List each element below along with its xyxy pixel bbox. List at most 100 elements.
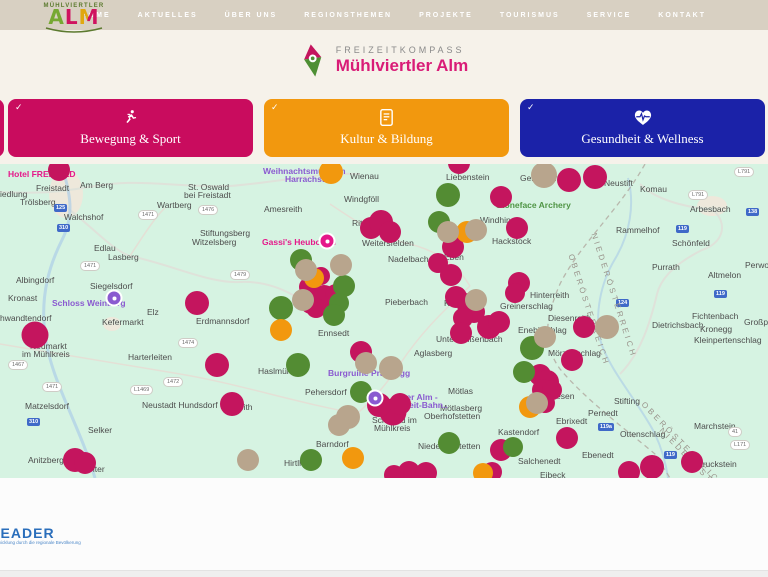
map-marker-tan[interactable] xyxy=(465,289,487,311)
map-marker-crimson[interactable] xyxy=(505,283,525,303)
previous-card-sliver[interactable] xyxy=(0,99,4,157)
road-shield: 1479 xyxy=(230,270,250,280)
map-marker-tan[interactable] xyxy=(465,219,487,241)
muehlviertler-alm-logo[interactable]: MÜHLVIERTLER ALM xyxy=(34,3,114,34)
map-marker-tan[interactable] xyxy=(295,259,317,281)
freizeitkompass-brand: FREIZEITKOMPASS Mühlviertler Alm xyxy=(0,30,768,77)
card-label: Kultur & Bildung xyxy=(340,131,432,147)
map-town-label: Elz xyxy=(147,307,159,317)
map-town-label: Kronegg xyxy=(700,324,732,334)
nav-item-aktuelles[interactable]: AKTUELLES xyxy=(138,12,198,19)
map-marker-crimson[interactable] xyxy=(557,168,581,192)
map-town-label: Mötlas xyxy=(448,386,473,396)
card-kultur-bildung[interactable]: ✓ Kultur & Bildung xyxy=(264,99,509,157)
freizeitkompass-map[interactable]: FreistadtAm BergiedlungTrölsbergWalchsho… xyxy=(0,164,768,478)
road-shield: 119 xyxy=(714,290,727,298)
road-shield: 119a xyxy=(598,423,614,431)
map-marker-crimson[interactable] xyxy=(681,451,703,473)
map-town-label: im Mühlkreis xyxy=(22,349,70,359)
category-card-row: ✓ Bewegung & Sport ✓ Kultur & Bildung ✓ xyxy=(0,99,768,157)
check-icon: ✓ xyxy=(15,102,23,113)
map-marker-crimson[interactable] xyxy=(74,452,96,474)
map-marker-crimson[interactable] xyxy=(506,217,528,239)
map-town-label: Purrath xyxy=(652,262,680,272)
map-marker-crimson[interactable] xyxy=(556,427,578,449)
map-marker-tan[interactable] xyxy=(379,356,403,380)
heuboden-poi-icon[interactable] xyxy=(321,235,334,248)
map-town-label: Kronast xyxy=(8,293,37,303)
map-town-label: Wartberg xyxy=(157,200,192,210)
map-marker-green[interactable] xyxy=(323,304,345,326)
map-town-label: Pehersdorf xyxy=(305,387,347,397)
map-marker-green[interactable] xyxy=(503,437,523,457)
road-shield: 310 xyxy=(27,418,40,426)
map-town-label: Selker xyxy=(88,425,112,435)
logo-alm-text: ALM xyxy=(34,9,114,26)
map-marker-crimson[interactable] xyxy=(583,165,607,189)
map-marker-crimson[interactable] xyxy=(389,393,411,415)
heart-pulse-icon xyxy=(634,109,652,126)
map-marker-crimson[interactable] xyxy=(440,264,462,286)
card-bewegung-sport[interactable]: ✓ Bewegung & Sport xyxy=(8,99,253,157)
map-marker-tan[interactable] xyxy=(526,392,548,414)
map-marker-green[interactable] xyxy=(269,296,293,320)
map-marker-crimson[interactable] xyxy=(573,316,595,338)
map-marker-crimson[interactable] xyxy=(640,455,664,478)
map-town-label: Matzelsdorf xyxy=(25,401,69,411)
map-marker-crimson[interactable] xyxy=(384,465,404,478)
map-town-label: Ebrixedt xyxy=(556,416,587,426)
map-town-label: hwandtendorf xyxy=(0,313,52,323)
road-shield: 1472 xyxy=(163,377,183,387)
leader-logo[interactable]: LEADER Entwicklung durch die regionale B… xyxy=(0,526,81,545)
map-marker-orange[interactable] xyxy=(342,447,364,469)
map-marker-crimson[interactable] xyxy=(561,349,583,371)
map-marker-crimson[interactable] xyxy=(618,461,640,478)
card-label: Gesundheit & Wellness xyxy=(581,131,703,147)
road-shield: 1471 xyxy=(138,210,158,220)
nav-item--ber-uns[interactable]: ÜBER UNS xyxy=(225,12,278,19)
map-town-label: Arbesbach xyxy=(690,204,731,214)
map-marker-crimson[interactable] xyxy=(490,186,512,208)
map-marker-tan[interactable] xyxy=(534,326,556,348)
map-marker-crimson[interactable] xyxy=(22,322,49,349)
map-marker-crimson[interactable] xyxy=(488,311,510,333)
map-marker-tan[interactable] xyxy=(237,449,259,471)
map-marker-tan[interactable] xyxy=(355,352,377,374)
map-marker-green[interactable] xyxy=(436,183,460,207)
nav-item-service[interactable]: SERVICE xyxy=(587,12,632,19)
map-town-label: Liebenstein xyxy=(446,172,489,182)
schloss-weinberg-poi-icon[interactable] xyxy=(108,292,121,305)
map-marker-tan[interactable] xyxy=(328,414,350,436)
gleit-bahn-poi-icon[interactable] xyxy=(369,392,382,405)
top-navigation-bar: HOMEAKTUELLESÜBER UNSREGIONSTHEMENPROJEK… xyxy=(0,0,768,30)
map-marker-crimson[interactable] xyxy=(415,462,437,478)
map-marker-tan[interactable] xyxy=(595,315,619,339)
road-shield: 41 xyxy=(728,427,742,437)
map-marker-tan[interactable] xyxy=(437,221,459,243)
map-marker-orange[interactable] xyxy=(473,463,493,478)
road-shield: 1471 xyxy=(80,261,100,271)
map-marker-crimson[interactable] xyxy=(205,353,229,377)
map-marker-green[interactable] xyxy=(438,432,460,454)
road-shield: 138 xyxy=(746,208,759,216)
map-marker-crimson[interactable] xyxy=(220,392,244,416)
card-gesundheit-wellness[interactable]: ✓ Gesundheit & Wellness xyxy=(520,99,765,157)
map-town-label: Nadelbach xyxy=(388,254,429,264)
map-town-label: Aglasberg xyxy=(414,348,452,358)
map-marker-crimson[interactable] xyxy=(379,221,401,243)
map-marker-green[interactable] xyxy=(300,449,322,471)
runner-icon xyxy=(122,109,139,126)
nav-item-projekte[interactable]: PROJEKTE xyxy=(419,12,473,19)
map-town-label: Hinterreith xyxy=(530,290,569,300)
map-marker-green[interactable] xyxy=(513,361,535,383)
nav-item-tourismus[interactable]: TOURISMUS xyxy=(500,12,560,19)
map-marker-tan[interactable] xyxy=(292,289,314,311)
nav-item-regionsthemen[interactable]: REGIONSTHEMEN xyxy=(304,12,392,19)
map-marker-orange[interactable] xyxy=(270,319,292,341)
map-marker-crimson[interactable] xyxy=(450,322,472,344)
nav-item-kontakt[interactable]: KONTAKT xyxy=(658,12,706,19)
map-marker-crimson[interactable] xyxy=(185,291,209,315)
map-marker-green[interactable] xyxy=(286,353,310,377)
map-marker-tan[interactable] xyxy=(330,254,352,276)
map-town-label: Albingdorf xyxy=(16,275,54,285)
